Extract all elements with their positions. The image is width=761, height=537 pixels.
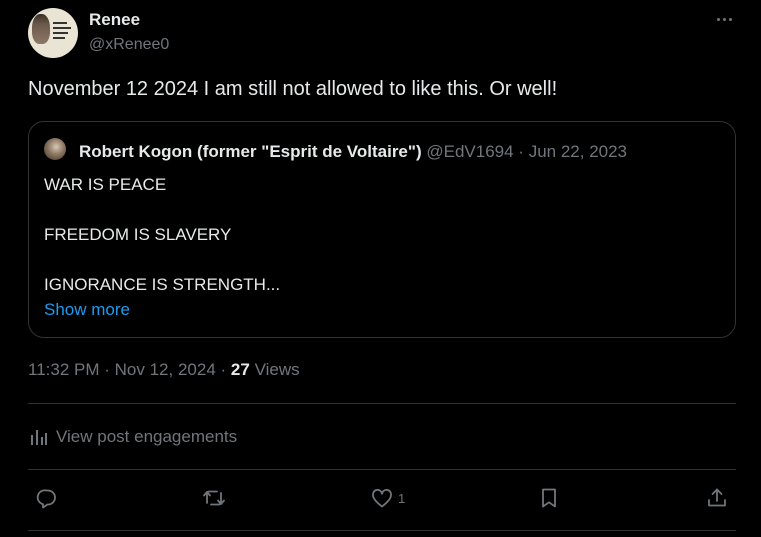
avatar[interactable]: [28, 8, 78, 58]
quoted-author-handle: @EdV1694: [426, 142, 514, 161]
separator-dot: ·: [220, 360, 231, 379]
post-meta: 11:32 PM · Nov 12, 2024 · 27 Views: [28, 360, 300, 380]
share-icon: [708, 488, 726, 507]
quoted-date: Jun 22, 2023: [528, 142, 628, 161]
view-engagements-label: View post engagements: [56, 427, 238, 446]
views-count: 27: [230, 360, 250, 379]
separator-dot: ·: [104, 360, 115, 379]
more-icon[interactable]: [710, 8, 738, 30]
quoted-text-line: IGNORANCE IS STRENGTH...: [44, 275, 281, 294]
avatar-decoration: [53, 37, 65, 39]
view-engagements-button[interactable]: View post engagements: [28, 425, 237, 449]
author-name[interactable]: Renee: [89, 10, 140, 30]
like-count: 1: [398, 490, 406, 506]
avatar-photo: [32, 14, 50, 44]
quoted-header: Robert Kogon (former "Esprit de Voltaire…: [79, 142, 627, 162]
quoted-avatar: [44, 138, 66, 160]
views-label: Views: [254, 360, 300, 379]
show-more-link[interactable]: Show more: [44, 300, 130, 320]
quoted-text-line: WAR IS PEACE: [44, 175, 167, 194]
quoted-post[interactable]: Robert Kogon (former "Esprit de Voltaire…: [28, 121, 736, 338]
heart-icon: [372, 488, 392, 508]
bookmark-button[interactable]: [537, 486, 561, 510]
repost-icon: [203, 490, 225, 506]
avatar-decoration: [53, 32, 68, 34]
like-button[interactable]: 1: [370, 486, 405, 510]
divider: [28, 403, 736, 404]
divider: [28, 469, 736, 470]
avatar-decoration: [53, 27, 71, 29]
separator-dot: ·: [518, 142, 524, 161]
bar-chart-icon: [31, 430, 47, 445]
quoted-author-name: Robert Kogon (former "Esprit de Voltaire…: [79, 142, 422, 161]
bookmark-icon: [542, 488, 556, 508]
reply-icon: [36, 489, 56, 509]
quoted-text-line: FREEDOM IS SLAVERY: [44, 225, 232, 244]
post: Renee @xRenee0 November 12 2024 I am sti…: [0, 0, 761, 537]
avatar-decoration: [53, 22, 67, 24]
post-time[interactable]: 11:32 PM: [28, 360, 100, 379]
reply-button[interactable]: [35, 486, 59, 510]
divider: [28, 530, 736, 531]
repost-button[interactable]: [202, 486, 226, 510]
post-text: November 12 2024 I am still not allowed …: [28, 78, 558, 100]
post-date[interactable]: Nov 12, 2024: [115, 360, 216, 379]
author-handle[interactable]: @xRenee0: [89, 36, 169, 54]
share-button[interactable]: [705, 486, 729, 510]
